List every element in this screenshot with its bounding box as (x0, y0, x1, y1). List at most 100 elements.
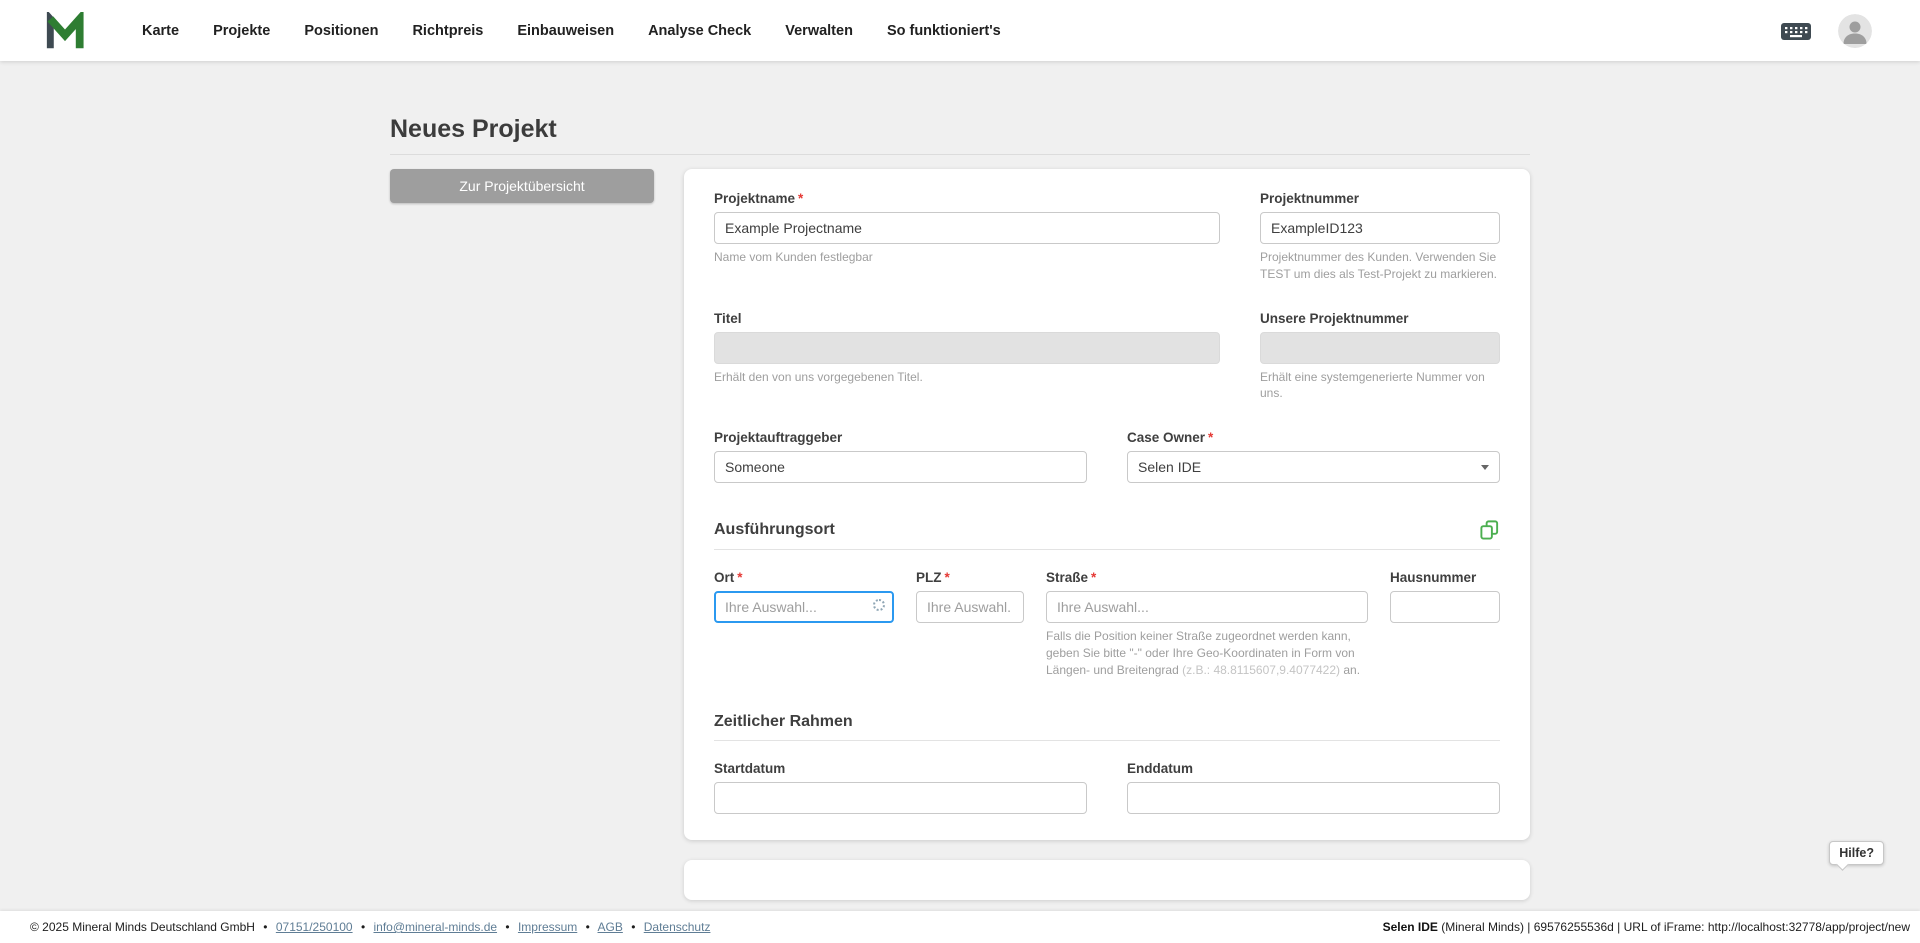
projektname-label-text: Projektname (714, 191, 796, 206)
field-startdatum: Startdatum (714, 761, 1087, 814)
footer-left: © 2025 Mineral Minds Deutschland GmbH • … (30, 920, 710, 934)
case-owner-label-text: Case Owner (1127, 430, 1206, 446)
next-section-card (684, 859, 1530, 900)
logo-icon (46, 8, 84, 48)
footer-link-impressum[interactable]: Impressum (518, 920, 577, 934)
enddatum-label: Enddatum (1127, 760, 1193, 776)
session-user: Selen IDE (1382, 920, 1438, 934)
session-details: (Mineral Minds) | 69576255536d | URL of … (1437, 920, 1910, 934)
projektauftraggeber-input[interactable] (714, 451, 1087, 484)
footer: © 2025 Mineral Minds Deutschland GmbH • … (0, 911, 1920, 943)
unsere-projektnummer-label: Unsere Projektnummer (1260, 310, 1409, 326)
project-overview-button[interactable]: Zur Projektübersicht (390, 169, 654, 203)
required-asterisk: * (1091, 570, 1097, 586)
field-unsere-projektnummer: Unsere Projektnummer Erhält eine systemg… (1260, 311, 1500, 403)
titel-helper: Erhält den von uns vorgegebenen Titel. (714, 369, 923, 384)
separator: • (263, 920, 268, 934)
app-logo[interactable] (44, 8, 86, 50)
ort-input[interactable] (714, 591, 894, 624)
required-asterisk: * (1208, 430, 1214, 446)
section-title-ausfuehrungsort: Ausführungsort (714, 520, 835, 538)
hausnummer-input[interactable] (1390, 591, 1500, 624)
startdatum-label: Startdatum (714, 760, 786, 776)
field-projektname: Projektname* Name vom Kunden festlegbar (714, 191, 1220, 283)
field-ort: Ort * (714, 570, 894, 678)
strasse-helper-suffix: an. (1340, 662, 1361, 677)
required-asterisk: * (944, 570, 950, 586)
nav-right-actions (1780, 13, 1872, 48)
startdatum-input[interactable] (714, 781, 1087, 814)
nav-item-positionen[interactable]: Positionen (304, 23, 378, 39)
plz-label: PLZ * (916, 570, 1024, 585)
strasse-input[interactable] (1046, 591, 1368, 624)
footer-link-email[interactable]: info@mineral-minds.de (373, 920, 497, 934)
help-label: Hilfe? (1839, 846, 1874, 860)
field-plz: PLZ * (916, 570, 1024, 678)
unsere-projektnummer-helper: Erhält eine systemgenerierte Nummer von … (1260, 369, 1485, 401)
plz-input[interactable] (916, 591, 1024, 624)
unsere-projektnummer-input (1260, 331, 1500, 364)
nav-item-projekte[interactable]: Projekte (213, 23, 270, 39)
case-owner-value: Selen IDE (1138, 459, 1202, 476)
separator: • (360, 920, 366, 934)
nav-item-verwalten[interactable]: Verwalten (785, 23, 853, 39)
field-case-owner: Case Owner * Selen IDE (1127, 430, 1500, 484)
footer-link-agb[interactable]: AGB (598, 920, 623, 934)
plz-label-text: PLZ (916, 570, 942, 586)
page-title: Neues Projekt (390, 115, 557, 143)
projektnummer-helper: Projektnummer des Kunden. Verwenden Sie … (1260, 250, 1497, 281)
footer-link-datenschutz[interactable]: Datenschutz (644, 920, 711, 934)
section-divider (714, 739, 1500, 741)
field-enddatum: Enddatum (1127, 761, 1500, 814)
caret-down-icon (1481, 464, 1489, 470)
projektname-input[interactable] (714, 212, 1220, 244)
required-asterisk: * (737, 570, 743, 586)
ort-label-text: Ort (714, 570, 735, 586)
section-title-zeitlicher-rahmen: Zeitlicher Rahmen (714, 712, 853, 730)
required-asterisk: * (798, 191, 804, 206)
separator: • (631, 920, 636, 934)
section-divider (714, 549, 1500, 551)
projektnummer-input[interactable] (1260, 212, 1500, 244)
footer-link-phone[interactable]: 07151/250100 (276, 920, 353, 934)
title-divider (390, 154, 1530, 155)
case-owner-select[interactable]: Selen IDE (1127, 451, 1500, 484)
nav-item-einbauweisen[interactable]: Einbauweisen (517, 23, 614, 39)
nav-item-richtpreis[interactable]: Richtpreis (412, 23, 483, 39)
session-info: Selen IDE (Mineral Minds) | 69576255536d… (1383, 920, 1910, 934)
strasse-label: Straße * (1046, 570, 1368, 585)
main-content: Neues Projekt Zur Projektübersicht Proje… (0, 61, 1920, 911)
project-form-card: Projektname* Name vom Kunden festlegbar … (684, 169, 1530, 840)
projektname-helper: Name vom Kunden festlegbar (714, 250, 873, 264)
user-avatar[interactable] (1838, 13, 1872, 48)
nav-item-so-funktionierts[interactable]: So funktioniert's (887, 23, 1001, 39)
titel-input (714, 331, 1220, 364)
titel-label: Titel (714, 310, 742, 326)
avatar-icon (1838, 13, 1872, 48)
separator: • (585, 920, 590, 934)
case-owner-label: Case Owner * (1127, 430, 1500, 445)
enddatum-input[interactable] (1127, 781, 1500, 814)
projektnummer-label: Projektnummer (1260, 191, 1360, 206)
nav-item-analyse-check[interactable]: Analyse Check (648, 23, 751, 39)
field-projektnummer: Projektnummer Projektnummer des Kunden. … (1260, 191, 1500, 283)
field-projektauftraggeber: Projektauftraggeber (714, 430, 1087, 484)
projektname-label: Projektname * (714, 191, 1220, 206)
keyboard-icon[interactable] (1780, 20, 1812, 42)
help-button[interactable]: Hilfe? (1829, 841, 1884, 865)
copyright-text: © 2025 Mineral Minds Deutschland GmbH (30, 920, 255, 934)
projektauftraggeber-label: Projektauftraggeber (714, 430, 843, 446)
field-hausnummer: Hausnummer (1390, 570, 1500, 678)
strasse-helper-example: (z.B.: 48.8115607,9.4077422) (1182, 662, 1341, 677)
nav-item-karte[interactable]: Karte (142, 23, 179, 39)
hausnummer-label: Hausnummer (1390, 570, 1477, 586)
strasse-helper: Falls die Position keiner Straße zugeord… (1046, 628, 1368, 678)
strasse-label-text: Straße (1046, 570, 1089, 586)
top-navbar: Karte Projekte Positionen Richtpreis Ein… (0, 0, 1920, 61)
copy-icon[interactable] (1479, 519, 1500, 540)
main-nav: Karte Projekte Positionen Richtpreis Ein… (142, 23, 1001, 39)
field-titel: Titel Erhält den von uns vorgegebenen Ti… (714, 311, 1220, 403)
separator: • (505, 920, 510, 934)
ort-label: Ort * (714, 570, 894, 585)
field-strasse: Straße* Falls die Position keiner Straße… (1046, 570, 1368, 678)
